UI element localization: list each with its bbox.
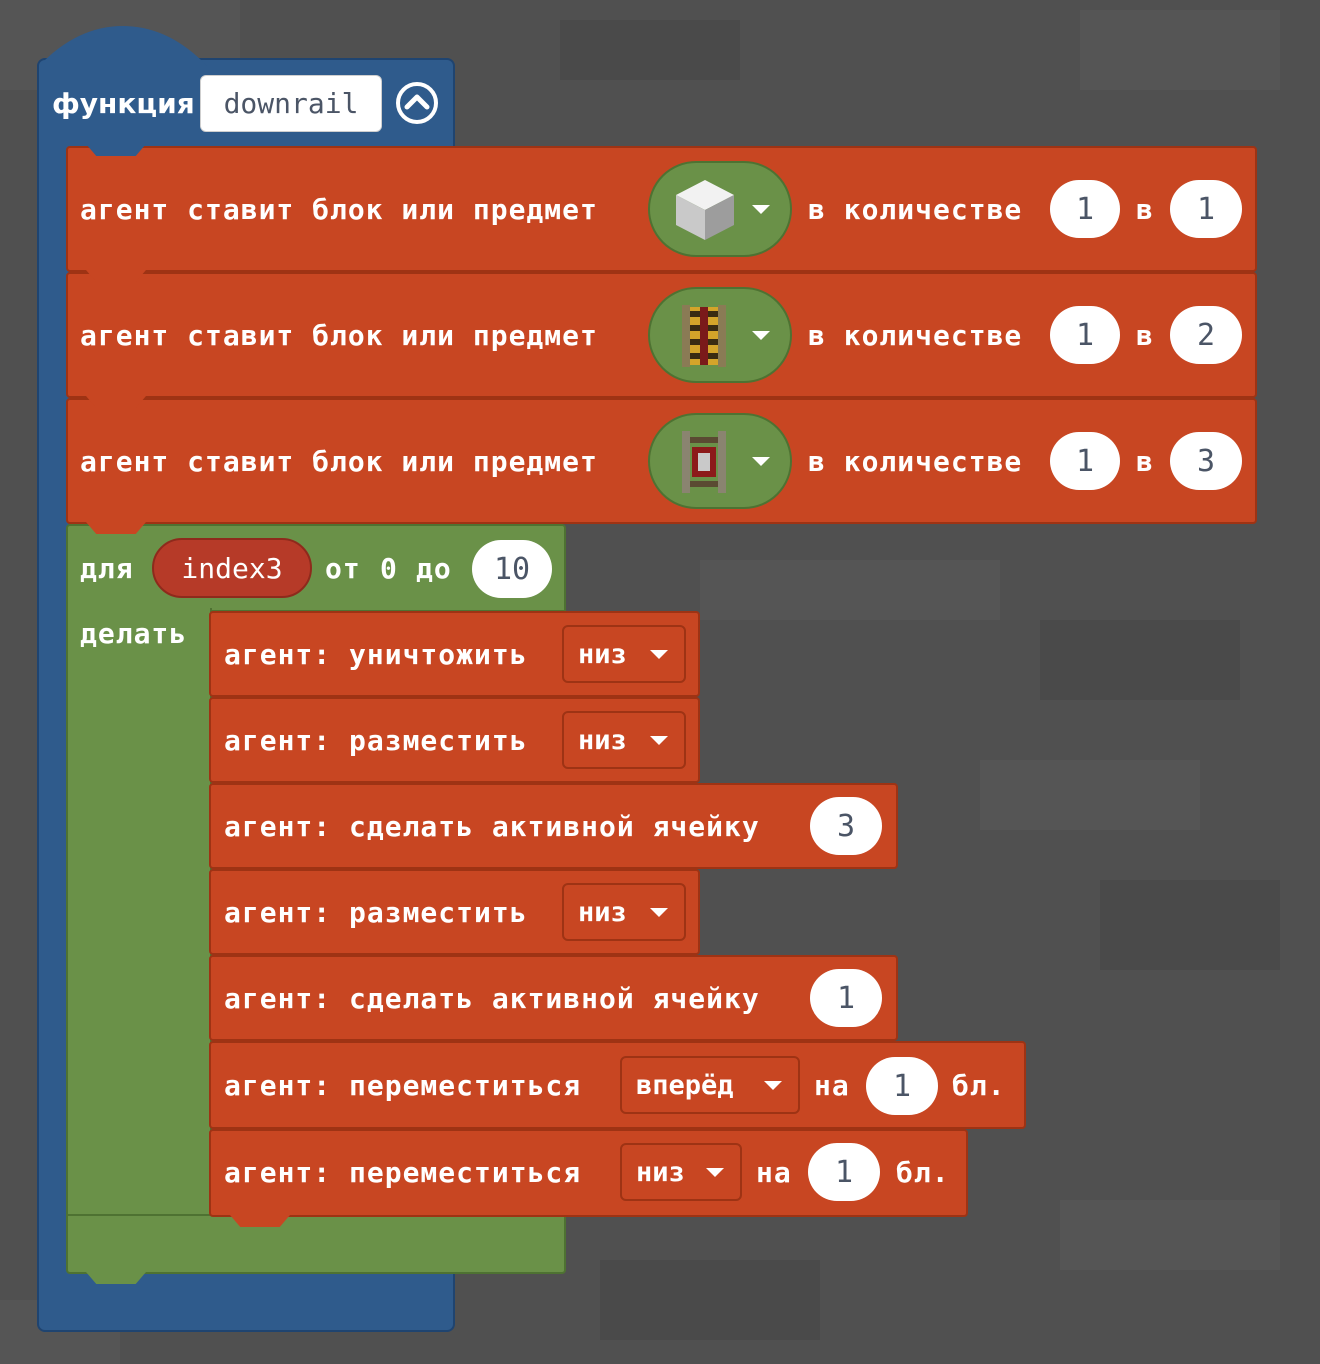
- direction-dropdown[interactable]: вперёд: [620, 1056, 800, 1114]
- chevron-down-icon: [650, 907, 668, 917]
- place-label: агент: разместить: [224, 724, 528, 757]
- direction-value: низ: [578, 896, 627, 928]
- redstone-torch-rail-icon: [682, 431, 726, 493]
- function-name-field[interactable]: downrail: [200, 75, 382, 132]
- slot-input[interactable]: 3: [810, 797, 882, 855]
- powered-rail-icon: [682, 305, 726, 367]
- slot-input[interactable]: 1: [810, 969, 882, 1027]
- direction-value: вперёд: [636, 1069, 734, 1101]
- quantity-input[interactable]: 1: [1050, 432, 1120, 490]
- quantity-label: в количестве: [808, 193, 1023, 226]
- block-notch: [86, 144, 146, 156]
- block-notch: [86, 396, 146, 408]
- slot-input[interactable]: 2: [1170, 306, 1242, 364]
- direction-dropdown[interactable]: низ: [620, 1143, 742, 1201]
- quantity-label: в количестве: [808, 319, 1023, 352]
- move-unit-label: бл.: [896, 1156, 950, 1189]
- direction-value: низ: [578, 724, 627, 756]
- move-unit-label: бл.: [952, 1069, 1006, 1102]
- move-amount-input[interactable]: 1: [808, 1143, 880, 1201]
- for-loop-body-spine: [66, 608, 212, 1220]
- item-dropdown[interactable]: [648, 287, 792, 383]
- place-block-label: агент ставит блок или предмет: [80, 445, 598, 478]
- block-notch: [86, 1272, 146, 1284]
- loop-from-value: 0: [380, 552, 398, 585]
- quantity-input[interactable]: 1: [1050, 180, 1120, 238]
- slot-input[interactable]: 1: [1170, 180, 1242, 238]
- quantity-input[interactable]: 1: [1050, 306, 1120, 364]
- for-loop-footer: [66, 1214, 566, 1274]
- move-amount-input[interactable]: 1: [866, 1057, 938, 1115]
- loop-from-label: от: [325, 552, 361, 585]
- loop-to-label: до: [416, 552, 452, 585]
- function-keyword: функция: [52, 87, 195, 120]
- block-notch: [230, 1215, 290, 1227]
- chevron-up-circle-icon[interactable]: [395, 81, 439, 129]
- place-label: агент: разместить: [224, 896, 528, 929]
- block-notch: [86, 270, 146, 282]
- loop-do-label: делать: [80, 617, 188, 650]
- quantity-label: в количестве: [808, 445, 1023, 478]
- destroy-label: агент: уничтожить: [224, 638, 528, 671]
- chevron-down-icon: [764, 1080, 782, 1090]
- direction-value: низ: [578, 638, 627, 670]
- item-dropdown[interactable]: [648, 161, 792, 257]
- place-block-label: агент ставит блок или предмет: [80, 193, 598, 226]
- chevron-down-icon: [650, 649, 668, 659]
- move-by-label: на: [756, 1156, 792, 1189]
- direction-dropdown[interactable]: низ: [562, 711, 686, 769]
- move-label: агент: переместиться: [224, 1069, 582, 1102]
- function-hat: [39, 26, 207, 66]
- select-slot-label: агент: сделать активной ячейку: [224, 982, 760, 1015]
- move-label: агент: переместиться: [224, 1156, 582, 1189]
- slot-label: в: [1136, 319, 1154, 352]
- chevron-down-icon: [650, 735, 668, 745]
- slot-label: в: [1136, 445, 1154, 478]
- direction-value: низ: [636, 1156, 685, 1188]
- block-notch: [86, 522, 146, 534]
- loop-variable[interactable]: index3: [152, 538, 312, 598]
- place-block-label: агент ставит блок или предмет: [80, 319, 598, 352]
- item-dropdown[interactable]: [648, 413, 792, 509]
- move-by-label: на: [814, 1069, 850, 1102]
- direction-dropdown[interactable]: низ: [562, 625, 686, 683]
- chevron-down-icon: [706, 1167, 724, 1177]
- slot-label: в: [1136, 193, 1154, 226]
- loop-to-input[interactable]: 10: [472, 540, 552, 598]
- loop-keyword: для: [80, 552, 134, 585]
- select-slot-label: агент: сделать активной ячейку: [224, 810, 760, 843]
- iron-block-icon: [676, 180, 734, 240]
- direction-dropdown[interactable]: низ: [562, 883, 686, 941]
- slot-input[interactable]: 3: [1170, 432, 1242, 490]
